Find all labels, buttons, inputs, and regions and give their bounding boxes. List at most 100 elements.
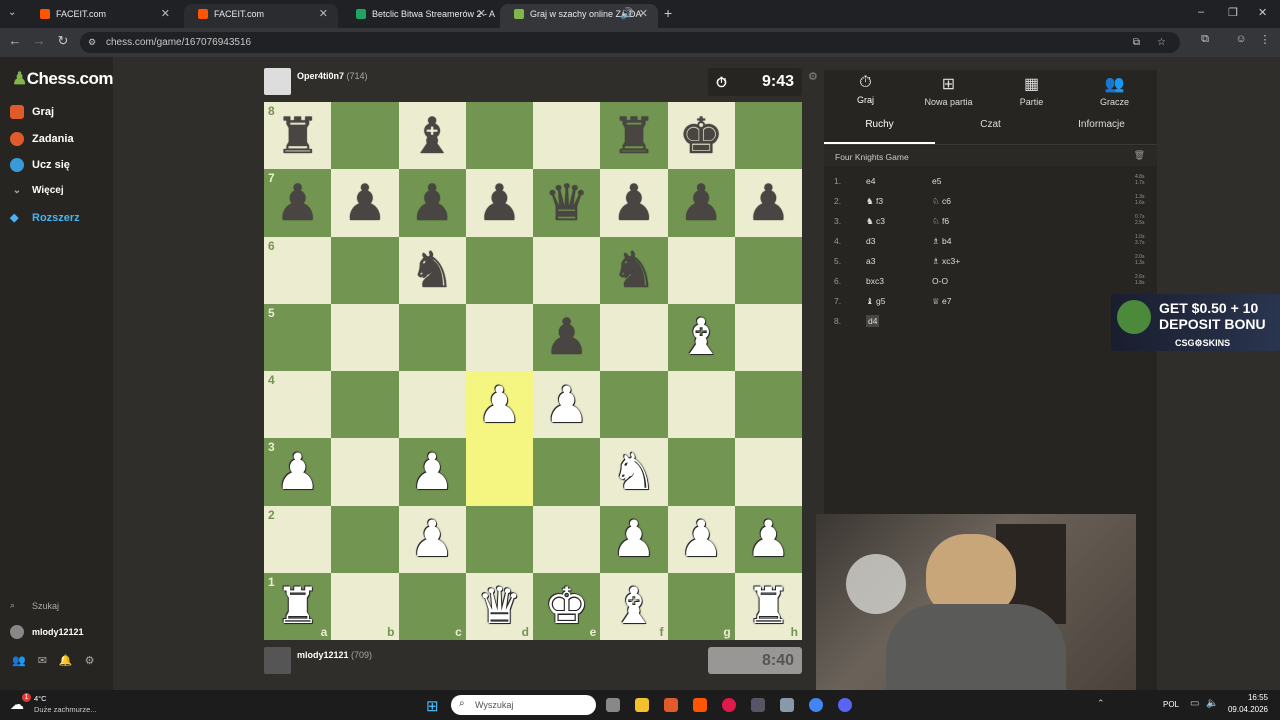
task-view-icon[interactable]	[606, 698, 620, 712]
tab-search-icon[interactable]: ⌄	[8, 7, 16, 18]
square-h3[interactable]	[734, 438, 802, 506]
square-a6[interactable]: 6	[264, 236, 332, 304]
square-b6[interactable]	[331, 236, 399, 304]
square-g6[interactable]	[667, 236, 735, 304]
white-pawn-piece[interactable]: ♟	[410, 514, 455, 564]
black-rook-piece[interactable]: ♜	[275, 111, 320, 161]
minimize-icon[interactable]: –	[1198, 6, 1204, 18]
square-f8[interactable]: ♜	[600, 102, 668, 170]
settings-app-icon[interactable]	[780, 698, 794, 712]
square-g3[interactable]	[667, 438, 735, 506]
square-e6[interactable]	[533, 236, 601, 304]
clock-date[interactable]: 09.04.2026	[1220, 705, 1268, 714]
square-e1[interactable]: e ♚	[533, 572, 601, 640]
square-c1[interactable]: c	[398, 572, 466, 640]
square-c4[interactable]	[398, 371, 466, 439]
square-g5[interactable]: ♝	[667, 303, 735, 371]
square-h7[interactable]: ♟	[734, 169, 802, 237]
white-knight-piece[interactable]: ♞	[611, 447, 656, 497]
square-a4[interactable]: 4	[264, 371, 332, 439]
white-pawn-piece[interactable]: ♟	[611, 514, 656, 564]
square-f5[interactable]	[600, 303, 668, 371]
faceit-app-icon[interactable]	[693, 698, 707, 712]
square-c5[interactable]	[398, 303, 466, 371]
sidebar-item-wiecej[interactable]: ⌄ Więcej	[10, 185, 64, 196]
square-c6[interactable]: ♞	[398, 236, 466, 304]
profile-icon[interactable]: ☺	[1232, 33, 1250, 45]
square-e7[interactable]: ♛	[533, 169, 601, 237]
taskbar-search[interactable]: ⌕ Wyszukaj	[451, 695, 596, 715]
brave-icon[interactable]	[664, 698, 678, 712]
white-move[interactable]: a3	[866, 256, 875, 266]
black-pawn-piece[interactable]: ♟	[477, 178, 522, 228]
square-h4[interactable]	[734, 371, 802, 439]
black-pawn-piece[interactable]: ♟	[611, 178, 656, 228]
subtab-informacje[interactable]: Informacje	[1046, 118, 1157, 144]
square-d6[interactable]	[465, 236, 533, 304]
black-knight-piece[interactable]: ♞	[410, 245, 455, 295]
network-icon[interactable]: ▭	[1190, 698, 1199, 709]
square-b4[interactable]	[331, 371, 399, 439]
black-pawn-piece[interactable]: ♟	[746, 178, 791, 228]
square-f7[interactable]: ♟	[600, 169, 668, 237]
square-b1[interactable]: b	[331, 572, 399, 640]
black-move[interactable]: ♗ b4	[932, 236, 951, 247]
black-pawn-piece[interactable]: ♟	[275, 178, 320, 228]
square-h5[interactable]	[734, 303, 802, 371]
settings-icon[interactable]: ⚙	[85, 654, 95, 667]
square-f1[interactable]: f ♝	[600, 572, 668, 640]
square-a5[interactable]: 5	[264, 303, 332, 371]
close-icon[interactable]: ✕	[477, 4, 486, 24]
sidebar-item-graj[interactable]: Graj	[10, 105, 54, 119]
ad-banner[interactable]: GET $0.50 + 10 DEPOSIT BONU CSG⚙SKINS	[1111, 294, 1280, 351]
sidebar-item-rozszerz[interactable]: ◆ Rozszerz	[10, 211, 80, 225]
square-g2[interactable]: ♟	[667, 505, 735, 573]
square-g1[interactable]: g	[667, 572, 735, 640]
black-move[interactable]: ♘ c6	[932, 196, 951, 207]
square-h1[interactable]: h ♜	[734, 572, 802, 640]
white-pawn-piece[interactable]: ♟	[477, 380, 522, 430]
black-queen-piece[interactable]: ♛	[544, 178, 589, 228]
volume-icon[interactable]: 🔈	[1206, 698, 1218, 709]
white-pawn-piece[interactable]: ♟	[275, 447, 320, 497]
panel-tab-graj[interactable]: ⏱ Graj	[824, 70, 907, 114]
square-d7[interactable]: ♟	[465, 169, 533, 237]
white-move[interactable]: ♞ f3	[866, 196, 883, 207]
square-f4[interactable]	[600, 371, 668, 439]
close-icon[interactable]: ✕	[161, 4, 170, 24]
square-d2[interactable]	[465, 505, 533, 573]
opera-icon[interactable]	[722, 698, 736, 712]
square-f6[interactable]: ♞	[600, 236, 668, 304]
square-e3[interactable]	[533, 438, 601, 506]
sidebar-user[interactable]: mlody12121	[10, 625, 84, 639]
square-a1[interactable]: 1 a ♜	[264, 572, 332, 640]
black-move[interactable]: ♗ xc3+	[932, 256, 960, 267]
square-d1[interactable]: d ♛	[465, 572, 533, 640]
chess-board[interactable]: 8 ♜ ♝ ♜ ♚ 7 ♟ ♟ ♟ ♟ ♛ ♟ ♟ ♟ 6 ♞ ♞ 5 ♟ ♝ 4 ♟ ♟ 3 ♟ ♟ ♞ 2 ♟ ♟ ♟ ♟ 1 a ♜ b c d ♛ e…	[264, 102, 802, 640]
install-icon[interactable]: ⧉	[1133, 32, 1140, 53]
app-icon[interactable]	[751, 698, 765, 712]
white-queen-piece[interactable]: ♛	[477, 581, 522, 631]
site-info-icon[interactable]: ⚙	[88, 32, 96, 53]
square-c3[interactable]: ♟	[398, 438, 466, 506]
extensions-icon[interactable]: ⧉	[1196, 33, 1214, 46]
square-a2[interactable]: 2	[264, 505, 332, 573]
square-f3[interactable]: ♞	[600, 438, 668, 506]
language-indicator[interactable]: POL	[1163, 700, 1179, 709]
black-pawn-piece[interactable]: ♟	[410, 178, 455, 228]
board-settings-icon[interactable]: ⚙	[808, 70, 818, 83]
black-move[interactable]: e5	[932, 176, 941, 186]
square-a3[interactable]: 3 ♟	[264, 438, 332, 506]
white-move[interactable]: bxc3	[866, 276, 884, 286]
square-g8[interactable]: ♚	[667, 102, 735, 170]
close-icon[interactable]: ✕	[319, 4, 328, 24]
clock-time[interactable]: 16:55	[1228, 693, 1268, 702]
black-move[interactable]: ♕ e7	[932, 296, 951, 307]
square-h6[interactable]	[734, 236, 802, 304]
square-b5[interactable]	[331, 303, 399, 371]
square-b2[interactable]	[331, 505, 399, 573]
black-pawn-piece[interactable]: ♟	[679, 178, 724, 228]
sidebar-search[interactable]: ⌕ Szukaj	[10, 600, 59, 611]
white-move[interactable]: e4	[866, 176, 875, 186]
white-bishop-piece[interactable]: ♝	[611, 581, 656, 631]
